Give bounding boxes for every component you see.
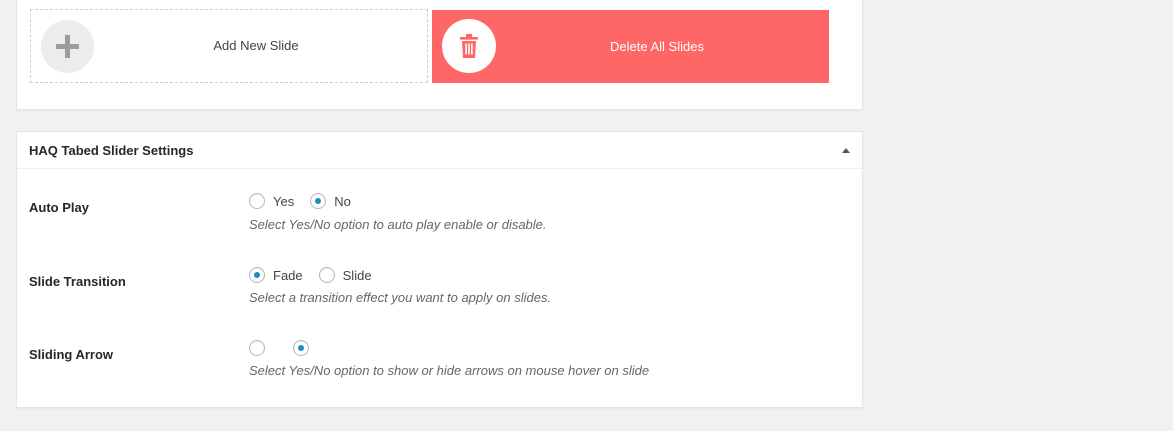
auto-play-no-label: No xyxy=(334,193,351,209)
settings-panel-title: HAQ Tabed Slider Settings xyxy=(29,143,194,158)
auto-play-no-option[interactable]: No xyxy=(310,193,351,209)
slide-transition-fade-option[interactable]: Fade xyxy=(249,267,303,283)
slide-transition-fade-radio[interactable] xyxy=(249,267,265,283)
slide-transition-slide-radio[interactable] xyxy=(318,267,335,283)
auto-play-no-radio[interactable] xyxy=(310,193,327,209)
auto-play-description: Select Yes/No option to auto play enable… xyxy=(249,217,547,232)
sliding-arrow-radio-2[interactable] xyxy=(293,340,309,356)
sliding-arrow-description: Select Yes/No option to show or hide arr… xyxy=(249,363,650,378)
page: Add New Slide Delete All Slides HAQ Tabe… xyxy=(0,0,1173,431)
delete-all-slides-label: Delete All Slides xyxy=(610,39,704,54)
auto-play-yes-radio[interactable] xyxy=(249,193,265,209)
settings-panel: HAQ Tabed Slider Settings Auto Play Yes … xyxy=(16,131,863,408)
auto-play-label: Auto Play xyxy=(29,200,89,215)
auto-play-yes-option[interactable]: Yes xyxy=(249,193,294,209)
slide-transition-row: Slide Transition Fade Slide Select a tra… xyxy=(17,266,862,318)
sliding-arrow-options xyxy=(249,339,333,357)
slide-transition-options: Fade Slide xyxy=(249,266,388,284)
slide-transition-slide-label: Slide xyxy=(342,267,372,283)
sliding-arrow-row: Sliding Arrow Select Yes/No option to sh… xyxy=(17,339,862,391)
slide-transition-label: Slide Transition xyxy=(29,274,126,289)
sliding-arrow-radio-1[interactable] xyxy=(249,340,265,356)
add-new-slide-button[interactable]: Add New Slide xyxy=(30,9,428,83)
slide-transition-fade-label: Fade xyxy=(273,267,303,283)
plus-icon xyxy=(41,20,94,73)
slides-panel: Add New Slide Delete All Slides xyxy=(16,0,863,110)
sliding-arrow-option-1[interactable] xyxy=(249,340,273,356)
auto-play-row: Auto Play Yes No Select Yes/No option to… xyxy=(17,192,862,244)
slide-transition-description: Select a transition effect you want to a… xyxy=(249,290,552,305)
sliding-arrow-label: Sliding Arrow xyxy=(29,347,114,362)
trash-icon xyxy=(442,19,496,73)
delete-all-slides-button[interactable]: Delete All Slides xyxy=(432,10,829,83)
settings-panel-header[interactable]: HAQ Tabed Slider Settings xyxy=(17,132,862,169)
auto-play-options: Yes No xyxy=(249,192,367,210)
auto-play-yes-label: Yes xyxy=(273,193,295,209)
sliding-arrow-option-2[interactable] xyxy=(293,340,317,356)
slide-transition-slide-option[interactable]: Slide xyxy=(318,267,372,283)
caret-up-icon[interactable] xyxy=(842,148,850,153)
add-new-slide-label: Add New Slide xyxy=(213,38,299,53)
